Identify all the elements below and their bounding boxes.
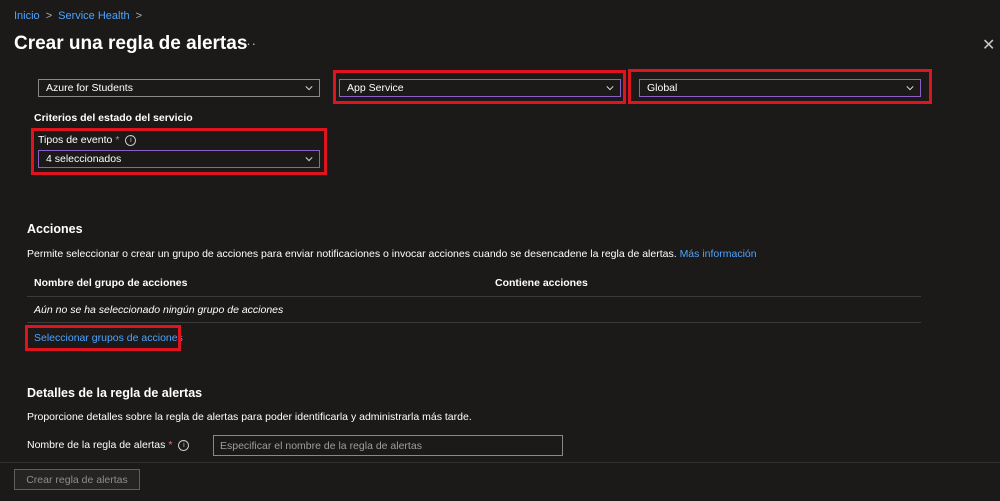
table-divider bbox=[27, 296, 921, 297]
service-value: App Service bbox=[347, 82, 404, 94]
chevron-down-icon bbox=[305, 86, 313, 91]
criteria-heading: Criterios del estado del servicio bbox=[34, 112, 193, 124]
actions-description-text: Permite seleccionar o crear un grupo de … bbox=[27, 248, 677, 260]
table-empty-row: Aún no se ha seleccionado ningún grupo d… bbox=[34, 304, 284, 316]
breadcrumb-separator: > bbox=[135, 10, 143, 22]
column-header-group-name: Nombre del grupo de acciones bbox=[34, 277, 188, 289]
event-types-label-text: Tipos de evento bbox=[38, 134, 113, 146]
footer-bar bbox=[0, 462, 1000, 501]
select-action-groups-link[interactable]: Seleccionar grupos de acciones bbox=[34, 332, 183, 344]
chevron-down-icon bbox=[606, 86, 614, 91]
required-asterisk: * bbox=[115, 134, 120, 146]
breadcrumb-separator: > bbox=[45, 10, 53, 22]
subscription-dropdown[interactable]: Azure for Students bbox=[38, 79, 320, 97]
region-dropdown[interactable]: Global bbox=[639, 79, 921, 97]
breadcrumb-service-health-link[interactable]: Service Health bbox=[58, 10, 130, 22]
create-alert-rule-button[interactable]: Crear regla de alertas bbox=[14, 469, 140, 490]
required-asterisk: * bbox=[168, 439, 173, 451]
actions-title: Acciones bbox=[27, 222, 83, 236]
table-divider bbox=[27, 322, 921, 323]
rule-name-input[interactable] bbox=[213, 435, 563, 456]
details-title: Detalles de la regla de alertas bbox=[27, 386, 203, 400]
event-types-label: Tipos de evento * i bbox=[38, 134, 137, 146]
column-header-contains-actions: Contiene acciones bbox=[495, 277, 588, 289]
more-info-link[interactable]: Más información bbox=[680, 248, 757, 260]
close-icon[interactable]: ✕ bbox=[982, 35, 995, 55]
service-dropdown[interactable]: App Service bbox=[339, 79, 621, 97]
event-types-value: 4 seleccionados bbox=[46, 153, 122, 165]
info-icon[interactable]: i bbox=[125, 134, 137, 146]
rule-name-label: Nombre de la regla de alertas * i bbox=[27, 439, 190, 451]
chevron-down-icon bbox=[906, 86, 914, 91]
page-title: Crear una regla de alertas bbox=[14, 33, 248, 54]
more-options-icon[interactable]: ··· bbox=[241, 36, 257, 51]
subscription-value: Azure for Students bbox=[46, 82, 133, 94]
event-types-dropdown[interactable]: 4 seleccionados bbox=[38, 150, 320, 168]
chevron-down-icon bbox=[305, 157, 313, 162]
breadcrumb-home-link[interactable]: Inicio bbox=[14, 10, 40, 22]
rule-name-label-text: Nombre de la regla de alertas bbox=[27, 439, 166, 451]
actions-description: Permite seleccionar o crear un grupo de … bbox=[27, 248, 757, 260]
info-icon[interactable]: i bbox=[178, 439, 190, 451]
region-value: Global bbox=[647, 82, 678, 94]
details-description: Proporcione detalles sobre la regla de a… bbox=[27, 411, 472, 423]
breadcrumb: Inicio > Service Health > bbox=[14, 10, 142, 22]
